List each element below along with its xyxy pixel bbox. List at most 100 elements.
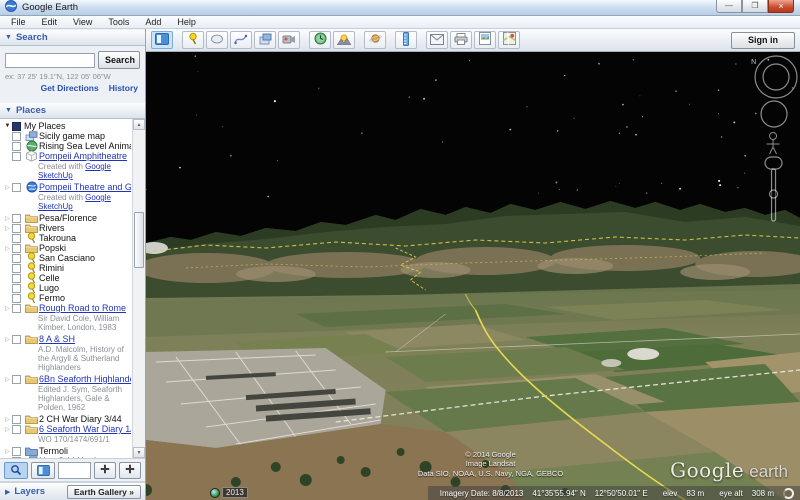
expander-icon[interactable]: ▷ xyxy=(3,225,12,232)
places-tree-item[interactable]: ▷Popski xyxy=(3,243,131,253)
record-tour-button[interactable] xyxy=(278,31,300,49)
add-placemark-button[interactable] xyxy=(182,31,204,49)
print-button[interactable] xyxy=(450,31,472,49)
item-checkbox[interactable] xyxy=(12,425,21,434)
places-add-folder-button[interactable]: ✛ xyxy=(119,462,141,479)
places-tree-item[interactable]: Fermo xyxy=(3,293,131,303)
expander-icon[interactable]: ▷ xyxy=(3,215,12,222)
expander-icon[interactable]: ▷ xyxy=(3,184,12,191)
places-tree-item[interactable]: ▷Pesa/Florence xyxy=(3,213,131,223)
places-tree-item[interactable]: Rimini xyxy=(3,263,131,273)
places-panel-header[interactable]: ▼ Places xyxy=(0,102,145,119)
item-checkbox[interactable] xyxy=(12,152,21,161)
add-path-button[interactable] xyxy=(230,31,252,49)
places-tree-item[interactable]: ▷Rivers xyxy=(3,223,131,233)
view-sky-button[interactable] xyxy=(364,31,386,49)
sunlight-button[interactable] xyxy=(333,31,355,49)
search-panel-header[interactable]: ▼ Search xyxy=(0,29,145,46)
view-in-google-maps-button[interactable] xyxy=(498,31,520,49)
minimize-button[interactable]: — xyxy=(716,0,742,13)
places-scrollbar[interactable]: ▲ ▼ xyxy=(132,119,145,458)
close-button[interactable]: × xyxy=(768,0,794,13)
toggle-sidebar-button[interactable] xyxy=(151,31,173,49)
item-checkbox[interactable] xyxy=(12,234,21,243)
search-input[interactable] xyxy=(5,53,95,68)
scrollbar-thumb[interactable] xyxy=(134,212,144,268)
expander-icon[interactable]: ▼ xyxy=(3,123,12,129)
item-checkbox[interactable] xyxy=(12,244,21,253)
expander-icon[interactable]: ▷ xyxy=(3,426,12,433)
expander-icon[interactable]: ▷ xyxy=(3,448,12,455)
places-tree-item[interactable]: Lugo xyxy=(3,283,131,293)
scroll-up-icon[interactable]: ▲ xyxy=(133,119,145,130)
item-checkbox[interactable] xyxy=(12,264,21,273)
menu-file[interactable]: File xyxy=(3,17,34,27)
item-checkbox[interactable] xyxy=(12,284,21,293)
toggle-places-view-button[interactable] xyxy=(31,462,55,479)
item-checkbox[interactable] xyxy=(12,294,21,303)
menu-tools[interactable]: Tools xyxy=(100,17,137,27)
places-tree-item[interactable]: ▷6 Seaforth War Diary 1/44 xyxy=(3,424,131,434)
menu-edit[interactable]: Edit xyxy=(34,17,66,27)
title-bar[interactable]: Google Earth — ❒ × xyxy=(0,0,800,16)
places-add-button[interactable]: ✛ xyxy=(94,462,116,479)
menu-view[interactable]: View xyxy=(65,17,100,27)
item-checkbox[interactable] xyxy=(12,214,21,223)
menu-help[interactable]: Help xyxy=(169,17,204,27)
search-button[interactable]: Search xyxy=(98,51,140,69)
save-image-button[interactable] xyxy=(474,31,496,49)
places-tree-item[interactable]: ▼My Places xyxy=(3,121,131,131)
expander-icon[interactable]: ▷ xyxy=(3,336,12,343)
places-panel-title: Places xyxy=(16,105,46,116)
historical-imagery-button[interactable] xyxy=(309,31,331,49)
email-button[interactable] xyxy=(426,31,448,49)
item-checkbox[interactable] xyxy=(12,254,21,263)
places-tree-item[interactable]: ▷Rough Road to Rome xyxy=(3,303,131,313)
map-viewport[interactable]: N © 2014 GoogleImage LandsatData SIO, NO… xyxy=(146,52,800,500)
places-tree-item[interactable]: Rising Sea Level Animation xyxy=(3,141,131,151)
expander-icon[interactable]: ▷ xyxy=(3,416,12,423)
layers-panel-header[interactable]: ▶ Layers Earth Gallery » xyxy=(0,482,145,500)
scroll-down-icon[interactable]: ▼ xyxy=(133,447,145,458)
history-link[interactable]: History xyxy=(109,83,138,93)
expander-icon[interactable]: ▷ xyxy=(3,305,12,312)
item-checkbox[interactable] xyxy=(12,122,21,131)
item-checkbox[interactable] xyxy=(12,132,21,141)
places-tree-item[interactable]: Sicily game map xyxy=(3,131,131,141)
ruler-button[interactable] xyxy=(395,31,417,49)
expand-arrow-icon: ▶ xyxy=(5,488,10,496)
item-checkbox[interactable] xyxy=(12,457,21,460)
get-directions-link[interactable]: Get Directions xyxy=(41,83,99,93)
item-checkbox[interactable] xyxy=(12,142,21,151)
earth-gallery-button[interactable]: Earth Gallery » xyxy=(67,485,141,499)
terrain-3d-view[interactable]: N xyxy=(146,52,800,500)
places-tree-item[interactable]: Hex Grid Northern xyxy=(3,456,131,459)
item-checkbox[interactable] xyxy=(12,375,21,384)
item-checkbox[interactable] xyxy=(12,415,21,424)
places-tree-item[interactable]: San Casciano xyxy=(3,253,131,263)
time-indicator[interactable]: 2013 xyxy=(210,487,248,498)
add-polygon-button[interactable] xyxy=(206,31,228,49)
item-checkbox[interactable] xyxy=(12,224,21,233)
expander-icon[interactable]: ▷ xyxy=(3,376,12,383)
item-checkbox[interactable] xyxy=(12,274,21,283)
places-tree-item[interactable]: ▷2 CH War Diary 3/44 xyxy=(3,414,131,424)
places-tree-item[interactable]: Celle xyxy=(3,273,131,283)
expander-icon[interactable]: ▷ xyxy=(3,245,12,252)
add-image-overlay-button[interactable] xyxy=(254,31,276,49)
maximize-button[interactable]: ❒ xyxy=(742,0,768,13)
search-places-button[interactable] xyxy=(4,462,28,479)
sign-in-button[interactable]: Sign in xyxy=(731,32,795,49)
menu-add[interactable]: Add xyxy=(137,17,169,27)
item-checkbox[interactable] xyxy=(12,335,21,344)
places-tree-item[interactable]: Pompeii Amphitheatre xyxy=(3,151,131,161)
places-tree-item[interactable]: ▷Termoli xyxy=(3,446,131,456)
item-checkbox[interactable] xyxy=(12,183,21,192)
item-checkbox[interactable] xyxy=(12,447,21,456)
places-tree-item[interactable]: ▷Pompeii Theatre and Gymnasium xyxy=(3,182,131,192)
places-tree-item[interactable]: ▷6Bn Seaforth Highlanders xyxy=(3,374,131,384)
places-filter-input[interactable] xyxy=(58,462,91,479)
item-checkbox[interactable] xyxy=(12,304,21,313)
places-tree-item[interactable]: ▷8 A & SH xyxy=(3,334,131,344)
places-tree-item[interactable]: Takrouna xyxy=(3,233,131,243)
